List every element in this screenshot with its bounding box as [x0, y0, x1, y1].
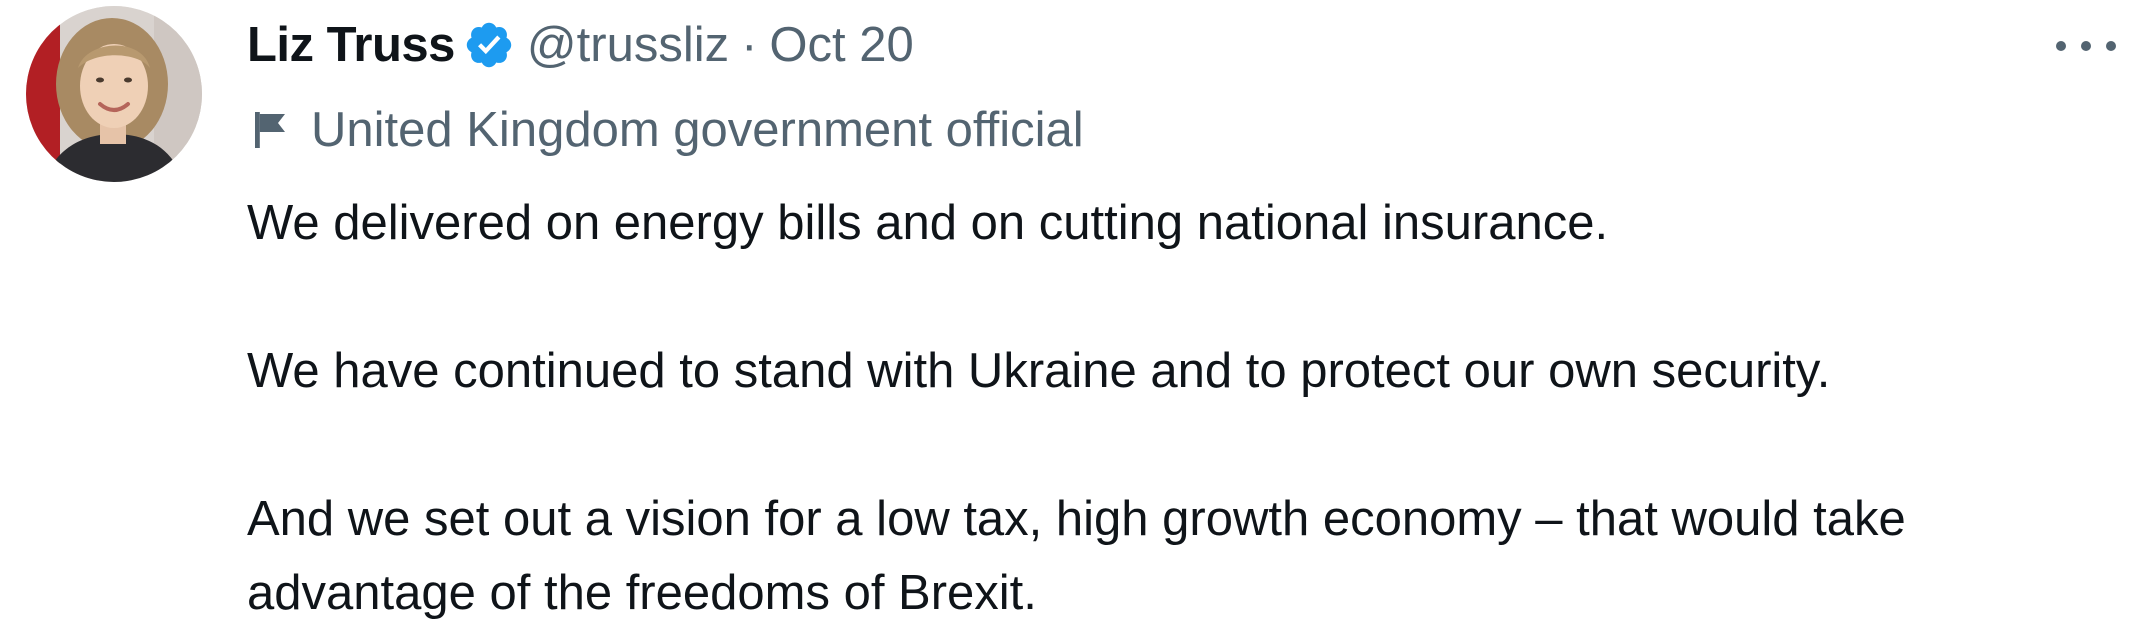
more-options-icon[interactable] — [2056, 26, 2116, 66]
tweet-paragraph: And we set out a vision for a low tax, h… — [247, 492, 1906, 620]
tweet-header: Liz Truss @trussliz · Oct 20 — [247, 10, 914, 80]
author-display-name[interactable]: Liz Truss — [247, 17, 455, 73]
government-official-label[interactable]: United Kingdom government official — [311, 102, 1084, 158]
tweet-date[interactable]: Oct 20 — [769, 17, 913, 73]
tweet-paragraph: We delivered on energy bills and on cutt… — [247, 196, 1609, 250]
author-handle[interactable]: @trussliz — [527, 17, 729, 73]
separator-dot: · — [741, 18, 758, 72]
tweet-paragraph: We have continued to stand with Ukraine … — [247, 344, 1831, 398]
affiliation-label: United Kingdom government official — [253, 100, 1084, 160]
avatar[interactable] — [26, 6, 202, 182]
verified-badge-icon — [466, 22, 512, 68]
avatar-image — [26, 6, 202, 182]
flag-icon — [255, 112, 285, 148]
tweet: Liz Truss @trussliz · Oct 20 United King… — [0, 0, 2140, 636]
tweet-text: We delivered on energy bills and on cutt… — [247, 186, 2107, 630]
